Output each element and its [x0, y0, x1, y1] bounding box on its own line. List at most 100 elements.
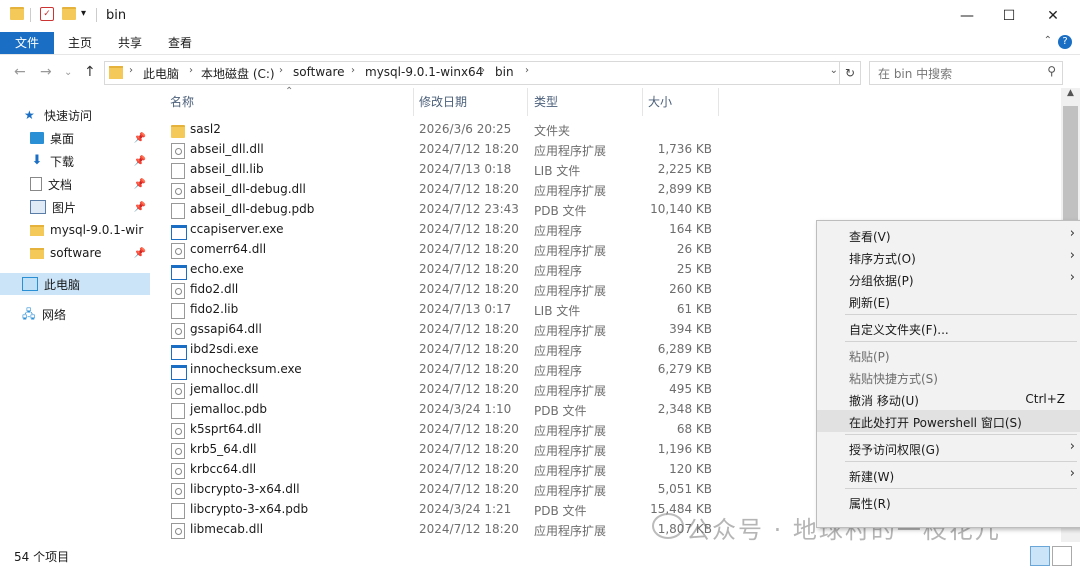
details-view-button[interactable] [1030, 546, 1050, 566]
table-row[interactable]: libcrypto-3-x64.dll 2024/7/12 18:20 应用程序扩展… [160, 480, 720, 500]
breadcrumb-bin[interactable]: bin [495, 65, 514, 79]
table-row[interactable]: gssapi64.dll 2024/7/12 18:20 应用程序扩展 394 KB [160, 320, 720, 340]
table-row[interactable]: ibd2sdi.exe 2024/7/12 18:20 应用程序 6,289 KB [160, 340, 720, 360]
file-name: fido2.dll [190, 282, 239, 296]
context-menu-item[interactable]: 授予访问权限(G) › [817, 437, 1080, 459]
table-row[interactable]: jemalloc.dll 2024/7/12 18:20 应用程序扩展 495 KB [160, 380, 720, 400]
sidebar-item-documents[interactable]: 文档 📌 [30, 173, 150, 195]
table-row[interactable]: abseil_dll-debug.dll 2024/7/12 18:20 应用程序扩… [160, 180, 720, 200]
properties-check-icon[interactable]: ✓ [40, 7, 54, 21]
table-row[interactable]: krbcc64.dll 2024/7/12 18:20 应用程序扩展 120 KB [160, 460, 720, 480]
file-type: PDB 文件 [534, 404, 587, 418]
file-date: 2024/7/12 23:43 [419, 202, 519, 216]
refresh-icon[interactable]: ↻ [839, 62, 860, 84]
file-type: 应用程序扩展 [534, 444, 607, 458]
maximize-button[interactable]: ☐ [986, 0, 1032, 32]
forward-arrow-icon[interactable]: → [40, 64, 52, 80]
context-menu-item[interactable]: 在此处打开 Powershell 窗口(S) [817, 410, 1080, 432]
chevron-up-icon[interactable]: ⌃ [1044, 35, 1052, 46]
context-menu-item[interactable]: 排序方式(O) › [817, 246, 1080, 268]
file-name: libmecab.dll [190, 522, 264, 536]
table-row[interactable]: abseil_dll.dll 2024/7/12 18:20 应用程序扩展 1,736… [160, 140, 720, 160]
dll-file-icon [171, 443, 185, 459]
column-header-type[interactable]: 类型 [534, 88, 643, 116]
address-bar[interactable]: › 此电脑 › 本地磁盘 (C:) › software › mysql-9.0… [104, 61, 861, 85]
menu-item-label: 在此处打开 Powershell 窗口(S) [849, 416, 1022, 430]
breadcrumb-mysql[interactable]: mysql-9.0.1-winx64 [365, 65, 483, 79]
table-row[interactable]: sasl2 2026/3/6 20:25 文件夹 [160, 120, 720, 140]
context-menu-item[interactable]: 属性(R) [817, 491, 1080, 513]
back-arrow-icon[interactable]: ← [14, 64, 26, 80]
sidebar-item-network[interactable]: 🖧 网络 [22, 303, 150, 325]
search-input[interactable]: 在 bin 中搜索 ⚲ [869, 61, 1063, 85]
breadcrumb-this-pc[interactable]: 此电脑 [143, 65, 179, 82]
recent-locations-chevron-icon[interactable]: ⌄ [64, 67, 72, 78]
table-row[interactable]: fido2.dll 2024/7/12 18:20 应用程序扩展 260 KB [160, 280, 720, 300]
tab-home[interactable]: 主页 [58, 32, 102, 54]
scroll-up-arrow-icon[interactable]: ▲ [1061, 88, 1080, 104]
column-header-size[interactable]: 大小 [648, 88, 719, 116]
column-header-date[interactable]: 修改日期 [419, 88, 528, 116]
quick-access-dropdown-icon[interactable]: ▾ [81, 8, 86, 19]
table-row[interactable]: abseil_dll.lib 2024/7/13 0:18 LIB 文件 2,225 … [160, 160, 720, 180]
minimize-button[interactable]: — [944, 0, 990, 32]
chevron-right-icon[interactable]: › [279, 65, 283, 76]
tab-file[interactable]: 文件 [0, 32, 54, 54]
table-row[interactable]: k5sprt64.dll 2024/7/12 18:20 应用程序扩展 68 KB [160, 420, 720, 440]
address-dropdown-icon[interactable]: ⌄ [830, 65, 838, 76]
file-type: LIB 文件 [534, 164, 581, 178]
sidebar-item-pictures[interactable]: 图片 📌 [30, 196, 150, 218]
help-icon[interactable]: ? [1058, 35, 1072, 49]
file-date: 2026/3/6 20:25 [419, 122, 512, 136]
up-arrow-icon[interactable]: ↑ [84, 64, 96, 80]
chevron-right-icon[interactable]: › [481, 65, 485, 76]
breadcrumb-local-disk[interactable]: 本地磁盘 (C:) [201, 65, 275, 82]
file-name: gssapi64.dll [190, 322, 262, 336]
sidebar-item-downloads[interactable]: ⬇ 下载 📌 [30, 150, 150, 172]
table-row[interactable]: echo.exe 2024/7/12 18:20 应用程序 25 KB [160, 260, 720, 280]
chevron-right-icon[interactable]: › [351, 65, 355, 76]
file-date: 2024/7/12 18:20 [419, 382, 519, 396]
context-menu-item[interactable]: 撤消 移动(U) Ctrl+Z [817, 388, 1080, 410]
desktop-icon [30, 132, 44, 144]
table-row[interactable]: jemalloc.pdb 2024/3/24 1:10 PDB 文件 2,348 KB [160, 400, 720, 420]
tab-view[interactable]: 查看 [158, 32, 202, 54]
file-size: 2,348 KB [657, 402, 712, 416]
file-type: 应用程序扩展 [534, 484, 607, 498]
chevron-right-icon[interactable]: › [129, 65, 133, 76]
large-icons-view-button[interactable] [1052, 546, 1072, 566]
dll-file-icon [171, 383, 185, 399]
sidebar-item-this-pc[interactable]: 此电脑 [0, 273, 150, 295]
table-row[interactable]: abseil_dll-debug.pdb 2024/7/12 23:43 PDB 文… [160, 200, 720, 220]
column-header-name[interactable]: 名称 [170, 88, 414, 116]
context-menu-item[interactable]: 自定义文件夹(F)... [817, 317, 1080, 339]
window-title: bin [106, 8, 127, 23]
sidebar-item-mysql-folder[interactable]: mysql-9.0.1-wir [30, 219, 150, 241]
chevron-right-icon[interactable]: › [189, 65, 193, 76]
chevron-right-icon[interactable]: › [525, 65, 529, 76]
sidebar-item-desktop[interactable]: 桌面 📌 [30, 127, 150, 149]
tab-share[interactable]: 共享 [108, 32, 152, 54]
table-row[interactable]: libcrypto-3-x64.pdb 2024/3/24 1:21 PDB 文件 1… [160, 500, 720, 520]
context-menu-item[interactable]: 分组依据(P) › [817, 268, 1080, 290]
table-row[interactable]: ccapiserver.exe 2024/7/12 18:20 应用程序 164 KB [160, 220, 720, 240]
sidebar-item-software[interactable]: software 📌 [30, 242, 150, 264]
file-type: 应用程序扩展 [534, 144, 607, 158]
context-menu-item[interactable]: 查看(V) › [817, 224, 1080, 246]
context-menu-item[interactable]: 新建(W) › [817, 464, 1080, 486]
table-row[interactable]: fido2.lib 2024/7/13 0:17 LIB 文件 61 KB [160, 300, 720, 320]
menu-item-label: 粘贴(P) [849, 350, 890, 364]
table-row[interactable]: libmecab.dll 2024/7/12 18:20 应用程序扩展 1,807 K… [160, 520, 720, 540]
breadcrumb-software[interactable]: software [293, 65, 345, 79]
file-date: 2024/7/12 18:20 [419, 342, 519, 356]
table-row[interactable]: comerr64.dll 2024/7/12 18:20 应用程序扩展 26 KB [160, 240, 720, 260]
file-size: 120 KB [669, 462, 712, 476]
table-row[interactable]: innochecksum.exe 2024/7/12 18:20 应用程序 6,279… [160, 360, 720, 380]
sidebar-item-quick-access[interactable]: ★ 快速访问 [24, 104, 150, 126]
context-menu-item: 粘贴快捷方式(S) [817, 366, 1080, 388]
context-menu-item[interactable]: 刷新(E) [817, 290, 1080, 312]
new-folder-icon[interactable] [62, 7, 76, 20]
search-icon[interactable]: ⚲ [1047, 64, 1056, 78]
table-row[interactable]: krb5_64.dll 2024/7/12 18:20 应用程序扩展 1,196 KB [160, 440, 720, 460]
close-button[interactable]: ✕ [1030, 0, 1076, 32]
